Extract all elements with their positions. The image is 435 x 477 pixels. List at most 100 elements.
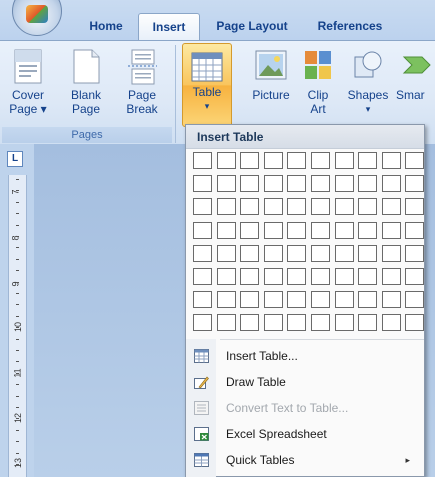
grid-cell[interactable]: [264, 152, 283, 169]
grid-cell[interactable]: [217, 175, 236, 192]
grid-cell[interactable]: [358, 222, 377, 239]
blank-page-button[interactable]: Blank Page: [64, 49, 108, 116]
grid-cell[interactable]: [405, 152, 424, 169]
grid-cell[interactable]: [358, 245, 377, 262]
grid-cell[interactable]: [335, 268, 354, 285]
grid-cell[interactable]: [311, 268, 330, 285]
picture-button[interactable]: Picture: [246, 49, 296, 102]
grid-cell[interactable]: [405, 175, 424, 192]
grid-cell[interactable]: [193, 291, 212, 308]
grid-cell[interactable]: [335, 245, 354, 262]
grid-cell[interactable]: [193, 175, 212, 192]
grid-cell[interactable]: [311, 222, 330, 239]
grid-cell[interactable]: [335, 152, 354, 169]
grid-cell[interactable]: [217, 268, 236, 285]
grid-cell[interactable]: [405, 268, 424, 285]
grid-cell[interactable]: [382, 198, 401, 215]
grid-cell[interactable]: [193, 152, 212, 169]
grid-cell[interactable]: [240, 291, 259, 308]
grid-cell[interactable]: [287, 152, 306, 169]
grid-cell[interactable]: [405, 291, 424, 308]
grid-cell[interactable]: [217, 152, 236, 169]
grid-cell[interactable]: [287, 175, 306, 192]
draw-table-menu-item[interactable]: Draw Table: [186, 369, 424, 395]
grid-cell[interactable]: [405, 198, 424, 215]
grid-cell[interactable]: [217, 222, 236, 239]
grid-cell[interactable]: [311, 291, 330, 308]
grid-cell[interactable]: [311, 198, 330, 215]
grid-cell[interactable]: [382, 222, 401, 239]
grid-cell[interactable]: [193, 268, 212, 285]
grid-cell[interactable]: [311, 314, 330, 331]
grid-cell[interactable]: [405, 314, 424, 331]
tab-home[interactable]: Home: [78, 13, 134, 40]
grid-cell[interactable]: [193, 222, 212, 239]
grid-cell[interactable]: [264, 268, 283, 285]
grid-cell[interactable]: [193, 198, 212, 215]
page-break-button[interactable]: Page Break: [120, 49, 164, 116]
grid-cell[interactable]: [264, 314, 283, 331]
vertical-ruler[interactable]: 7 8 9 10 11 12 13: [8, 175, 27, 477]
tab-references[interactable]: References: [300, 13, 400, 40]
grid-cell[interactable]: [217, 198, 236, 215]
grid-cell[interactable]: [382, 175, 401, 192]
grid-cell[interactable]: [311, 152, 330, 169]
clip-art-button[interactable]: Clip Art: [298, 49, 338, 116]
grid-cell[interactable]: [240, 152, 259, 169]
table-size-grid[interactable]: [193, 152, 424, 337]
grid-cell[interactable]: [264, 198, 283, 215]
grid-cell[interactable]: [358, 198, 377, 215]
grid-cell[interactable]: [264, 222, 283, 239]
grid-cell[interactable]: [240, 175, 259, 192]
grid-cell[interactable]: [264, 291, 283, 308]
excel-spreadsheet-menu-item[interactable]: Excel Spreadsheet: [186, 421, 424, 447]
grid-cell[interactable]: [287, 268, 306, 285]
grid-cell[interactable]: [405, 222, 424, 239]
grid-cell[interactable]: [193, 314, 212, 331]
grid-cell[interactable]: [405, 245, 424, 262]
grid-cell[interactable]: [358, 314, 377, 331]
cover-page-button[interactable]: Cover Page ▾: [6, 49, 50, 116]
grid-cell[interactable]: [287, 245, 306, 262]
grid-cell[interactable]: [311, 245, 330, 262]
tab-insert[interactable]: Insert: [138, 13, 200, 40]
grid-cell[interactable]: [240, 314, 259, 331]
tab-stop-selector[interactable]: L: [7, 151, 23, 167]
table-button[interactable]: Table ▾: [182, 43, 232, 127]
grid-cell[interactable]: [264, 175, 283, 192]
smartart-button[interactable]: Smar: [396, 49, 435, 102]
grid-cell[interactable]: [382, 291, 401, 308]
tab-page-layout[interactable]: Page Layout: [206, 13, 298, 40]
grid-cell[interactable]: [358, 152, 377, 169]
grid-cell[interactable]: [264, 245, 283, 262]
grid-cell[interactable]: [335, 222, 354, 239]
grid-cell[interactable]: [382, 314, 401, 331]
quick-tables-menu-item[interactable]: Quick Tables ▸: [186, 447, 424, 473]
grid-cell[interactable]: [335, 314, 354, 331]
grid-cell[interactable]: [358, 175, 377, 192]
insert-table-menu-item[interactable]: Insert Table...: [186, 343, 424, 369]
grid-cell[interactable]: [287, 314, 306, 331]
grid-cell[interactable]: [358, 291, 377, 308]
grid-cell[interactable]: [240, 245, 259, 262]
grid-cell[interactable]: [335, 175, 354, 192]
convert-text-menu-item[interactable]: Convert Text to Table...: [186, 395, 424, 421]
grid-cell[interactable]: [287, 291, 306, 308]
grid-cell[interactable]: [335, 198, 354, 215]
grid-cell[interactable]: [240, 268, 259, 285]
grid-cell[interactable]: [287, 198, 306, 215]
grid-cell[interactable]: [382, 152, 401, 169]
grid-cell[interactable]: [217, 314, 236, 331]
grid-cell[interactable]: [311, 175, 330, 192]
grid-cell[interactable]: [382, 268, 401, 285]
grid-cell[interactable]: [382, 245, 401, 262]
grid-cell[interactable]: [358, 268, 377, 285]
grid-cell[interactable]: [217, 245, 236, 262]
shapes-button[interactable]: Shapes ▾: [344, 49, 392, 116]
grid-cell[interactable]: [217, 291, 236, 308]
grid-cell[interactable]: [240, 198, 259, 215]
grid-cell[interactable]: [287, 222, 306, 239]
grid-cell[interactable]: [335, 291, 354, 308]
grid-cell[interactable]: [193, 245, 212, 262]
grid-cell[interactable]: [240, 222, 259, 239]
